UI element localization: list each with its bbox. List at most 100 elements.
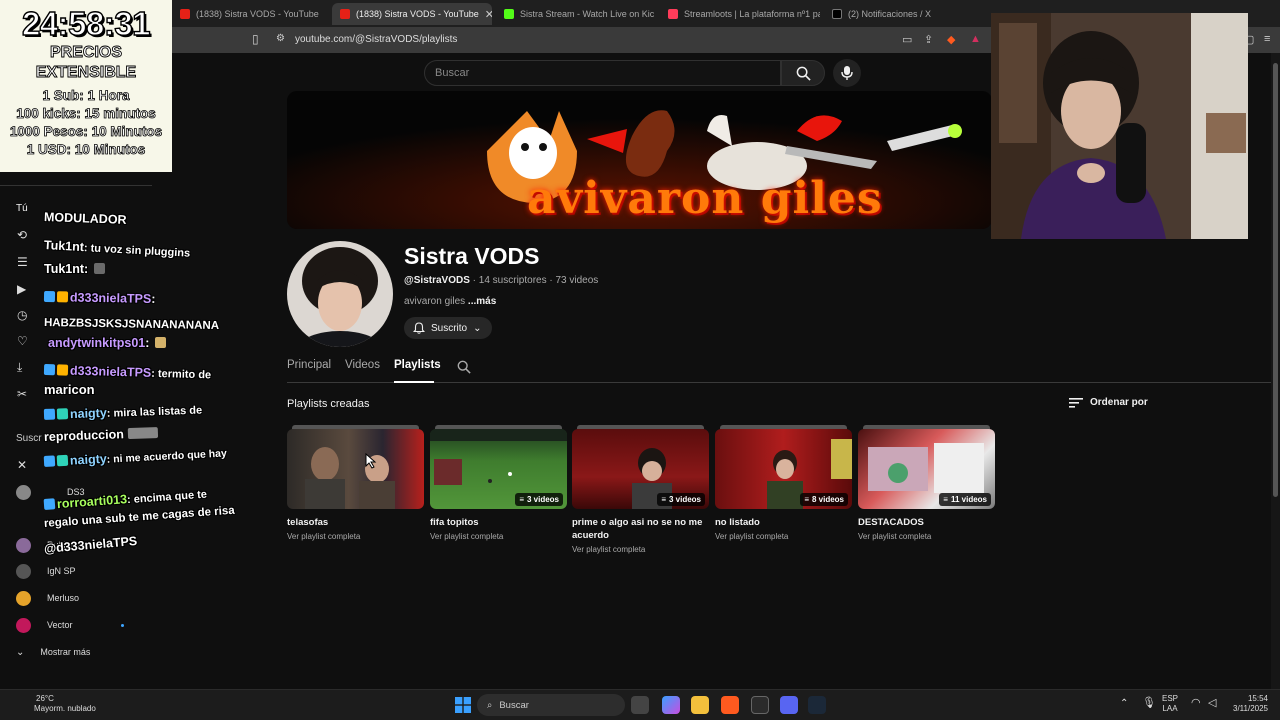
brave-browser-icon[interactable] bbox=[721, 696, 739, 714]
tab-videos[interactable]: Videos bbox=[345, 359, 380, 371]
more-link[interactable]: ...más bbox=[465, 296, 496, 307]
playlist-title[interactable]: no listado bbox=[715, 516, 852, 529]
tab-principal[interactable]: Principal bbox=[287, 359, 331, 371]
scrollbar-thumb[interactable] bbox=[1273, 63, 1278, 497]
search-button[interactable] bbox=[781, 60, 825, 86]
task-view-icon[interactable] bbox=[631, 696, 649, 714]
x-icon bbox=[832, 9, 842, 19]
copilot-icon[interactable] bbox=[662, 696, 680, 714]
subscribed-button[interactable]: Suscrito ⌄ bbox=[404, 317, 492, 339]
playlist-link[interactable]: Ver playlist completa bbox=[715, 532, 852, 541]
sidebar-divider bbox=[0, 185, 152, 186]
playlist-title[interactable]: DESTACADOS bbox=[858, 516, 995, 529]
weather-condition: Mayorm. nublado bbox=[34, 704, 96, 713]
playlist-title[interactable]: fifa topitos bbox=[430, 516, 567, 529]
show-more-button[interactable]: ⌄ Mostrar más bbox=[16, 644, 90, 660]
screen-icon[interactable]: ▭ bbox=[902, 33, 912, 46]
brave-shield-icon[interactable]: ◆ bbox=[947, 33, 955, 46]
sidebar-you-label[interactable]: Tú bbox=[16, 203, 28, 214]
browser-tab[interactable]: Streamloots | La plataforma nº1 para bbox=[660, 3, 820, 25]
downloads-icon[interactable]: ⤓ bbox=[17, 360, 22, 375]
tray-overflow-icon[interactable]: ⌃ bbox=[1120, 699, 1128, 709]
sort-button[interactable]: Ordenar por bbox=[1069, 397, 1148, 408]
screen: (1838) Sistra VODS - YouTube (1838) Sist… bbox=[0, 0, 1280, 720]
site-info-icon[interactable]: ⚙ bbox=[276, 33, 285, 44]
browser-tab[interactable]: (1838) Sistra VODS - YouTube bbox=[172, 3, 332, 25]
playlist-thumbnail[interactable]: ≡ 11 videos bbox=[858, 425, 995, 509]
clips-icon[interactable]: ✂ bbox=[17, 387, 27, 401]
subathon-timer-panel: 24:58:31 PRECIOS EXTENSIBLE 1 Sub: 1 Hor… bbox=[0, 0, 172, 172]
playlist-link[interactable]: Ver playlist completa bbox=[430, 532, 567, 541]
playlist-card[interactable]: ≡ 11 videos DESTACADOS Ver playlist compl… bbox=[858, 425, 995, 541]
playlist-icon: ≡ bbox=[519, 495, 524, 504]
playlist-thumbnail[interactable] bbox=[287, 425, 424, 509]
url-field[interactable]: youtube.com/@SistraVODS/playlists bbox=[295, 34, 457, 45]
liked-icon[interactable]: ♡ bbox=[17, 334, 28, 348]
page-scrollbar[interactable] bbox=[1271, 53, 1280, 689]
obs-icon[interactable] bbox=[751, 696, 769, 714]
video-count: 3 videos bbox=[668, 495, 701, 504]
bookmark-icon[interactable]: ▯ bbox=[252, 32, 259, 46]
playlist-card[interactable]: telasofas Ver playlist completa bbox=[287, 425, 424, 541]
playlist-thumbnail[interactable]: ≡ 3 videos bbox=[572, 425, 709, 509]
sidebar-subscription[interactable]: Rubius Z bbox=[16, 537, 83, 553]
section-title: Playlists creadas bbox=[287, 398, 370, 410]
playlist-card[interactable]: ≡ 8 videos no listado Ver playlist comple… bbox=[715, 425, 852, 541]
playlist-title[interactable]: telasofas bbox=[287, 516, 424, 529]
playlist-link[interactable]: Ver playlist completa bbox=[287, 532, 424, 541]
history-icon[interactable]: ⟲ bbox=[17, 228, 27, 242]
playlist-title[interactable]: prime o algo asi no se no me acuerdo bbox=[572, 516, 709, 542]
windows-start-icon[interactable] bbox=[455, 697, 471, 713]
voice-search-button[interactable] bbox=[833, 59, 861, 87]
thumbnail-art bbox=[305, 447, 395, 509]
taskbar-search[interactable]: ⌕ Buscar bbox=[477, 694, 625, 716]
taskbar-search-label: Buscar bbox=[499, 699, 529, 711]
playlist-card[interactable]: ≡ 3 videos prime o algo asi no se no me a… bbox=[572, 425, 709, 554]
file-explorer-icon[interactable] bbox=[691, 696, 709, 714]
search-input[interactable]: Buscar bbox=[424, 60, 781, 86]
language-indicator[interactable]: ESP LAA bbox=[1162, 694, 1178, 714]
channel-description[interactable]: avivaron giles ...más bbox=[404, 296, 496, 307]
channel-search-icon[interactable] bbox=[457, 360, 471, 374]
steam-icon[interactable] bbox=[808, 696, 826, 714]
browser-tab[interactable]: Sistra Stream - Watch Live on Kic bbox=[496, 3, 656, 25]
share-icon[interactable]: ⇪ bbox=[924, 33, 933, 46]
sidebar-subscription[interactable]: Merluso bbox=[16, 590, 79, 606]
playlists-icon[interactable]: ☰ bbox=[17, 255, 28, 269]
sidebar-subscription[interactable]: IgN SP bbox=[16, 563, 76, 579]
microphone-tray-icon[interactable]: 🎙︎ bbox=[1142, 698, 1156, 709]
bell-icon bbox=[413, 322, 425, 334]
rewards-icon[interactable]: ▲ bbox=[970, 33, 981, 45]
menu-icon[interactable]: ≡ bbox=[1264, 33, 1270, 45]
kick-channel-icon[interactable]: ✕ bbox=[17, 458, 27, 472]
price-line: 1 Sub: 1 Hora bbox=[42, 88, 130, 104]
watch-later-icon[interactable]: ◷ bbox=[17, 308, 27, 322]
sidebar-subscription[interactable]: Vector bbox=[16, 617, 124, 633]
volume-icon[interactable]: ◁ bbox=[1208, 698, 1216, 709]
playlist-icon: ≡ bbox=[943, 495, 948, 504]
prices-heading: EXTENSIBLE bbox=[35, 64, 137, 82]
your-videos-icon[interactable]: ▶ bbox=[17, 282, 26, 296]
wifi-icon[interactable]: ◠ bbox=[1191, 698, 1201, 709]
webcam-feed bbox=[991, 13, 1248, 239]
active-tab-indicator bbox=[394, 381, 434, 383]
playlist-link[interactable]: Ver playlist completa bbox=[858, 532, 995, 541]
playlist-thumbnail[interactable]: ≡ 8 videos bbox=[715, 425, 852, 509]
playlist-thumbnail[interactable]: ≡ 3 videos bbox=[430, 425, 567, 509]
close-icon[interactable]: ✕ bbox=[485, 8, 492, 21]
clock[interactable]: 15:54 3/11/2025 bbox=[1228, 694, 1268, 714]
chevron-down-icon: ⌄ bbox=[16, 646, 25, 658]
browser-tab[interactable]: (2) Notificaciones / X bbox=[824, 3, 984, 25]
channel-avatar[interactable] bbox=[287, 241, 393, 347]
weather-widget[interactable]: 26°C Mayorm. nublado bbox=[14, 694, 96, 714]
sidebar-subscription[interactable]: DS3 bbox=[16, 484, 85, 500]
tab-playlists[interactable]: Playlists bbox=[394, 359, 441, 371]
subscription-name: Rubius Z bbox=[47, 540, 84, 550]
streamloots-icon bbox=[668, 9, 678, 19]
playlist-card[interactable]: ≡ 3 videos fifa topitos Ver playlist comp… bbox=[430, 425, 567, 541]
browser-tab-active[interactable]: (1838) Sistra VODS - YouTube ✕ bbox=[332, 3, 492, 25]
subscription-name: Vector bbox=[47, 620, 73, 630]
playlist-link[interactable]: Ver playlist completa bbox=[572, 545, 709, 554]
channel-tabs: Principal Videos Playlists bbox=[287, 355, 1272, 383]
discord-icon[interactable] bbox=[780, 696, 798, 714]
